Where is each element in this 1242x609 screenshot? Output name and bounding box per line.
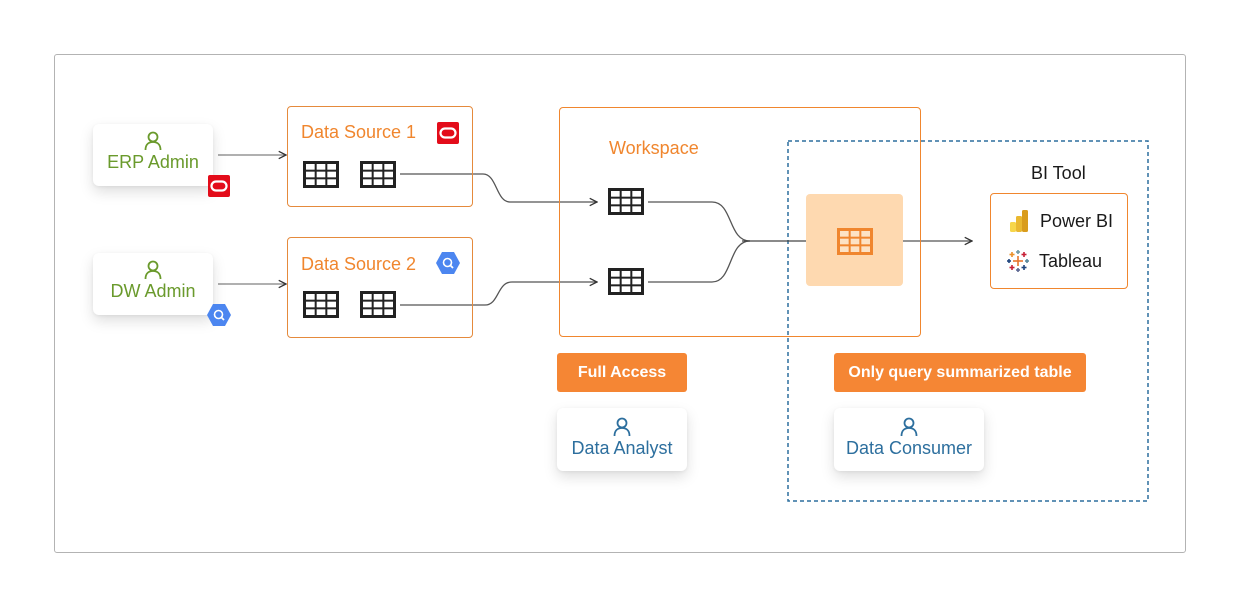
person-icon: [900, 417, 918, 437]
data-consumer-card[interactable]: Data Consumer: [834, 408, 984, 471]
source-1-table-icon[interactable]: [360, 161, 396, 188]
power-bi-label: Power BI: [1040, 210, 1114, 231]
tableau-label: Tableau: [1039, 250, 1103, 271]
bi-tool-item-power-bi[interactable]: Power BI: [1010, 210, 1113, 232]
person-icon: [613, 417, 631, 437]
source-2-table-icon[interactable]: [303, 291, 339, 318]
bi-tool-item-tableau[interactable]: Tableau: [1007, 250, 1102, 272]
data-analyst-label: Data Analyst: [571, 438, 673, 458]
data-consumer-label: Data Consumer: [845, 438, 973, 458]
bi-tool-box[interactable]: Power BI Tableau: [990, 193, 1128, 289]
workspace-table-icon[interactable]: [608, 268, 644, 295]
data-analyst-card[interactable]: Data Analyst: [557, 408, 687, 471]
table-icons-layer: [303, 161, 873, 318]
tableau-icon: [1007, 250, 1029, 272]
bi-tool-title: BI Tool: [1031, 163, 1086, 183]
limited-access-badge: Only query summarized table: [834, 353, 1086, 392]
source-1-table-icon[interactable]: [303, 161, 339, 188]
workspace-table-icon[interactable]: [608, 188, 644, 215]
power-bi-icon: [1010, 210, 1028, 232]
source-2-table-icon[interactable]: [360, 291, 396, 318]
summarized-table-icon[interactable]: [837, 228, 873, 255]
full-access-badge: Full Access: [557, 353, 687, 392]
